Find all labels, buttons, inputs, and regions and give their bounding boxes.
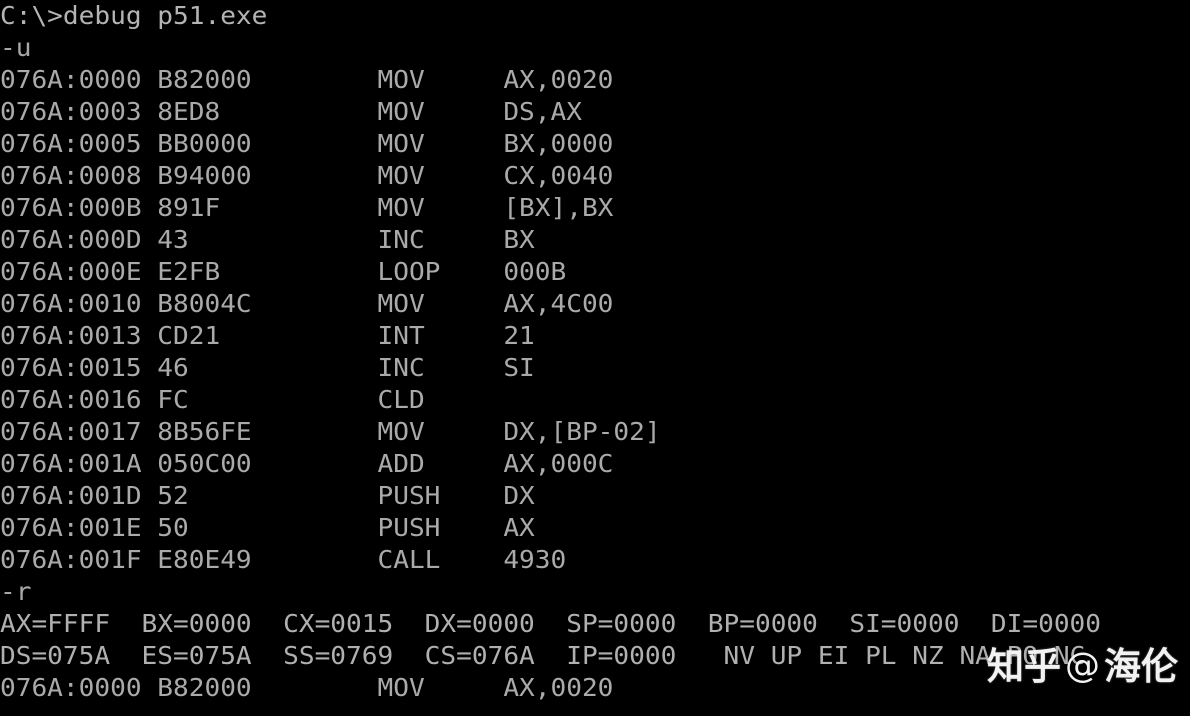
disassembly-row: 076A:0003 8ED8 MOV DS,AX [0,97,582,126]
disassembly-row: 076A:0016 FC CLD [0,385,425,414]
disassembly-row: 076A:000E E2FB LOOP 000B [0,257,567,286]
disassembly-row: 076A:000B 891F MOV [BX],BX [0,193,614,222]
disassembly-row: 076A:001E 50 PUSH AX [0,513,535,542]
disassembly-row: 076A:0017 8B56FE MOV DX,[BP-02] [0,417,661,446]
disassembly-row: 076A:001F E80E49 CALL 4930 [0,545,567,574]
register-line-segment: DS=075A ES=075A SS=0769 CS=076A IP=0000 … [0,641,1086,670]
register-line-general: AX=FFFF BX=0000 CX=0015 DX=0000 SP=0000 … [0,609,1102,638]
terminal-screen: C:\>debug p51.exe -u 076A:0000 B82000 MO… [0,0,1190,716]
command-unassemble: -u [0,33,32,62]
disassembly-row: 076A:0015 46 INC SI [0,353,535,382]
disassembly-row: 076A:001A 050C00 ADD AX,000C [0,449,614,478]
disassembly-row: 076A:0008 B94000 MOV CX,0040 [0,161,614,190]
disassembly-row: 076A:0013 CD21 INT 21 [0,321,535,350]
current-instruction-line: 076A:0000 B82000 MOV AX,0020 [0,673,614,702]
disassembly-row: 076A:0005 BB0000 MOV BX,0000 [0,129,614,158]
disassembly-row: 076A:000D 43 INC BX [0,225,535,254]
command-register: -r [0,577,32,606]
console-output[interactable]: C:\>debug p51.exe -u 076A:0000 B82000 MO… [0,0,1190,704]
disassembly-row: 076A:0010 B8004C MOV AX,4C00 [0,289,614,318]
prompt-line: C:\>debug p51.exe [0,1,268,30]
disassembly-row: 076A:001D 52 PUSH DX [0,481,535,510]
disassembly-row: 076A:0000 B82000 MOV AX,0020 [0,65,614,94]
